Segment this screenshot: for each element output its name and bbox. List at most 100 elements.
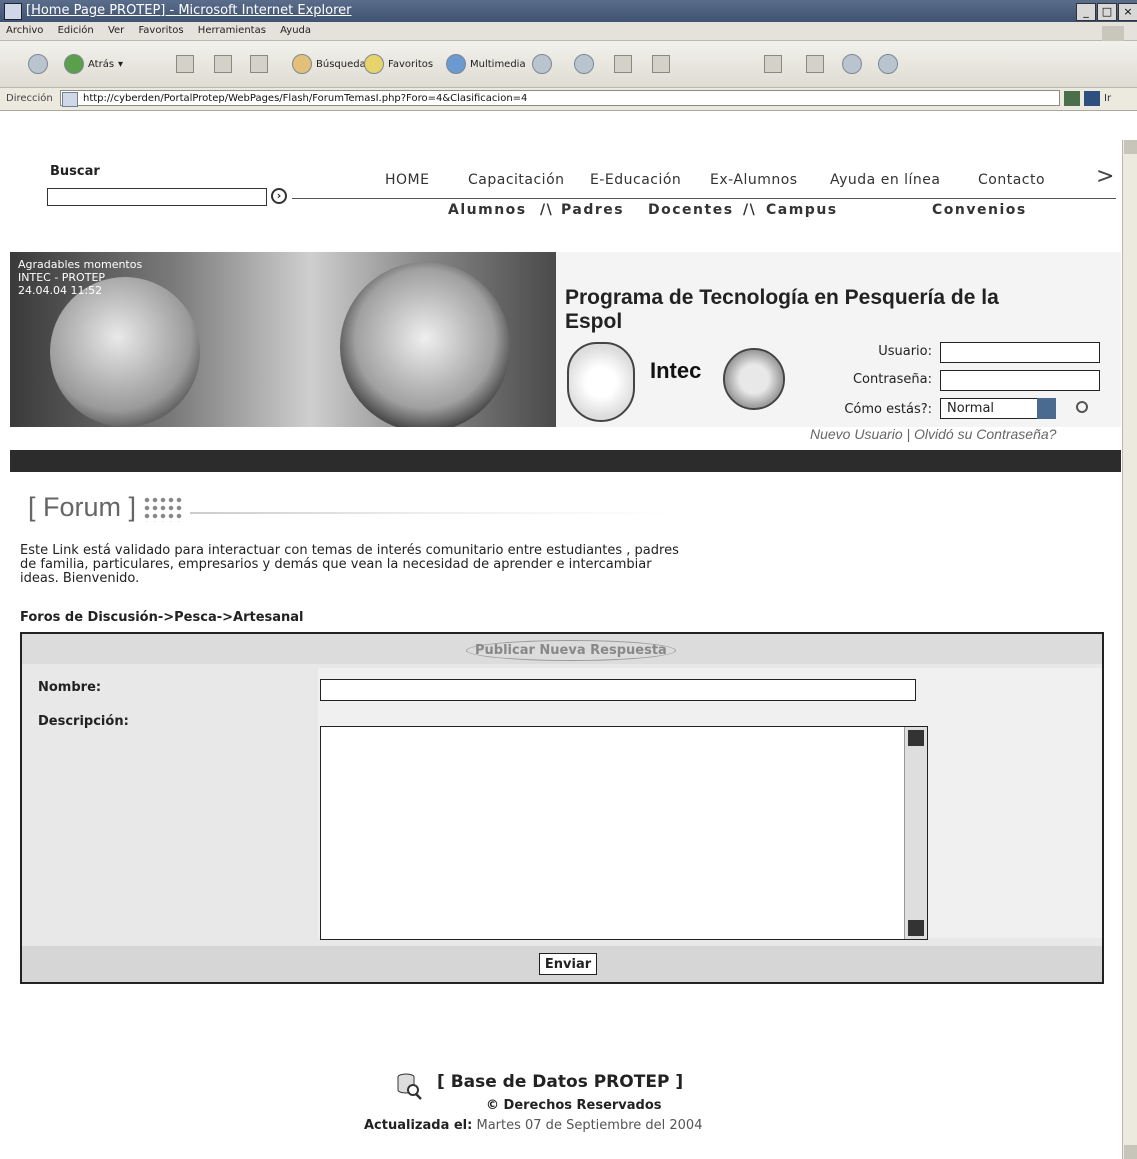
forgot-password-link[interactable]: Olvidó su Contraseña? xyxy=(914,426,1056,442)
address-input[interactable]: http://cyberden/PortalProtep/WebPages/Fl… xyxy=(60,90,1060,106)
go-arrow-icon[interactable] xyxy=(1084,91,1100,106)
menu-edicion[interactable]: Edición xyxy=(58,25,94,36)
name-input[interactable] xyxy=(320,679,916,701)
nav-contacto[interactable]: Contacto xyxy=(978,172,1045,188)
menu-archivo[interactable]: Archivo xyxy=(6,25,43,36)
address-label: Dirección xyxy=(6,93,53,104)
print-button[interactable] xyxy=(614,53,632,75)
search-button[interactable]: Búsqueda xyxy=(292,53,366,75)
multimedia-label: Multimedia xyxy=(470,58,526,70)
new-user-link[interactable]: Nuevo Usuario xyxy=(810,426,903,442)
name-label: Nombre: xyxy=(38,680,102,695)
nav-capacitacion[interactable]: Capacitación xyxy=(468,172,565,188)
nav-e-educacion[interactable]: E-Educación xyxy=(590,172,681,188)
forward-button[interactable] xyxy=(28,53,48,75)
menu-favoritos[interactable]: Favoritos xyxy=(138,25,183,36)
address-dropdown-icon[interactable] xyxy=(1064,91,1080,106)
edit-icon xyxy=(652,55,670,73)
refresh-button[interactable] xyxy=(214,53,232,75)
forum-intro: Este Link está validado para interactuar… xyxy=(20,543,679,586)
chevron-down-icon[interactable] xyxy=(1037,398,1056,419)
database-search-icon xyxy=(397,1073,422,1100)
user-input[interactable] xyxy=(940,342,1100,363)
nav-alumnos[interactable]: Alumnos xyxy=(448,202,527,218)
search-icon xyxy=(292,54,312,74)
form-button-row: Enviar xyxy=(22,946,1102,982)
browser-toolbar: Atrás ▾ Búsqueda Favoritos Multimedia xyxy=(0,41,1137,88)
dots-grid-icon xyxy=(143,496,183,522)
reply-form: Publicar Nueva Respuesta Nombre: Descrip… xyxy=(20,632,1104,984)
multimedia-button[interactable]: Multimedia xyxy=(446,53,526,75)
program-title: Programa de Tecnología en Pesquería de l… xyxy=(565,286,999,333)
banner: Agradables momentos INTEC - PROTEP 24.04… xyxy=(10,252,1121,442)
window-titlebar: [Home Page PROTEP] - Microsoft Internet … xyxy=(0,0,1137,22)
nav-ex-alumnos[interactable]: Ex-Alumnos xyxy=(710,172,798,188)
extra-icon xyxy=(878,54,898,74)
mail-button[interactable] xyxy=(574,53,594,75)
ie-icon xyxy=(4,3,22,20)
footer-title: [ Base de Datos PROTEP ] xyxy=(437,1072,684,1092)
stop-button[interactable] xyxy=(176,53,194,75)
breadcrumb: Foros de Discusión->Pesca->Artesanal xyxy=(20,610,304,625)
research-button[interactable] xyxy=(806,53,824,75)
nav-campus[interactable]: Campus xyxy=(766,202,838,218)
messenger-icon xyxy=(842,54,862,74)
intec-logo: Intec xyxy=(650,358,702,383)
nav-padres[interactable]: Padres xyxy=(561,202,624,218)
mail-icon xyxy=(574,54,594,74)
history-button[interactable] xyxy=(532,53,552,75)
favorites-button[interactable]: Favoritos xyxy=(364,53,433,75)
address-bar: Dirección http://cyberden/PortalProtep/W… xyxy=(0,88,1137,111)
textarea-scrollbar[interactable] xyxy=(904,727,927,939)
nav-separator: /\ xyxy=(743,202,757,218)
research-icon xyxy=(806,55,824,73)
forum-title: [ Forum ] xyxy=(28,492,137,522)
send-button[interactable]: Enviar xyxy=(539,953,597,975)
discuss-icon xyxy=(764,55,782,73)
close-button[interactable]: × xyxy=(1118,3,1137,21)
login-go-icon[interactable] xyxy=(1076,401,1088,413)
nav-ayuda[interactable]: Ayuda en línea xyxy=(830,172,940,188)
page-scrollbar[interactable] xyxy=(1122,140,1137,1159)
menu-ayuda[interactable]: Ayuda xyxy=(280,25,311,36)
edit-button[interactable] xyxy=(652,53,670,75)
menu-herramientas[interactable]: Herramientas xyxy=(198,25,266,36)
discuss-button[interactable] xyxy=(764,53,782,75)
footer-rights: © Derechos Reservados xyxy=(486,1098,662,1113)
go-label[interactable]: Ir xyxy=(1104,93,1111,104)
scroll-up-icon[interactable] xyxy=(1124,140,1137,154)
footer-updated: Actualizada el: Martes 07 de Septiembre … xyxy=(364,1118,702,1133)
nav-docentes[interactable]: Docentes xyxy=(648,202,734,218)
photo-person-left xyxy=(50,277,200,427)
back-button[interactable]: Atrás ▾ xyxy=(64,53,123,75)
espol-seal-icon xyxy=(723,348,785,410)
password-input[interactable] xyxy=(940,370,1100,391)
scroll-down-icon[interactable] xyxy=(1124,1145,1137,1159)
forward-icon xyxy=(28,54,48,74)
form-heading: Publicar Nueva Respuesta xyxy=(466,640,676,661)
forum-title-rule xyxy=(190,512,670,514)
scroll-down-icon[interactable] xyxy=(908,920,924,936)
maximize-button[interactable]: □ xyxy=(1097,3,1117,21)
nav-home[interactable]: HOME xyxy=(385,172,429,188)
messenger-button[interactable] xyxy=(842,53,862,75)
menu-bar: Archivo Edición Ver Favoritos Herramient… xyxy=(0,22,1137,42)
password-label: Contraseña: xyxy=(852,372,932,387)
minimize-button[interactable]: _ xyxy=(1076,3,1096,21)
extra-button[interactable] xyxy=(878,53,898,75)
nav-separator: /\ xyxy=(540,202,554,218)
updated-label: Actualizada el: xyxy=(364,1118,473,1133)
home-button[interactable] xyxy=(250,53,268,75)
description-textarea[interactable] xyxy=(320,726,928,940)
favorites-label: Favoritos xyxy=(388,58,434,70)
scroll-up-icon[interactable] xyxy=(908,730,924,746)
home-icon xyxy=(250,55,268,73)
status-select[interactable]: Normal xyxy=(940,398,1056,419)
star-icon xyxy=(364,54,384,74)
site-search-input[interactable] xyxy=(47,188,267,206)
menu-ver[interactable]: Ver xyxy=(108,25,124,36)
nav-convenios[interactable]: Convenios xyxy=(932,202,1027,218)
search-go-icon[interactable]: › xyxy=(271,188,287,204)
nav-more-icon[interactable]: > xyxy=(1096,164,1114,189)
login-links: Nuevo Usuario | Olvidó su Contraseña? xyxy=(810,426,1056,442)
